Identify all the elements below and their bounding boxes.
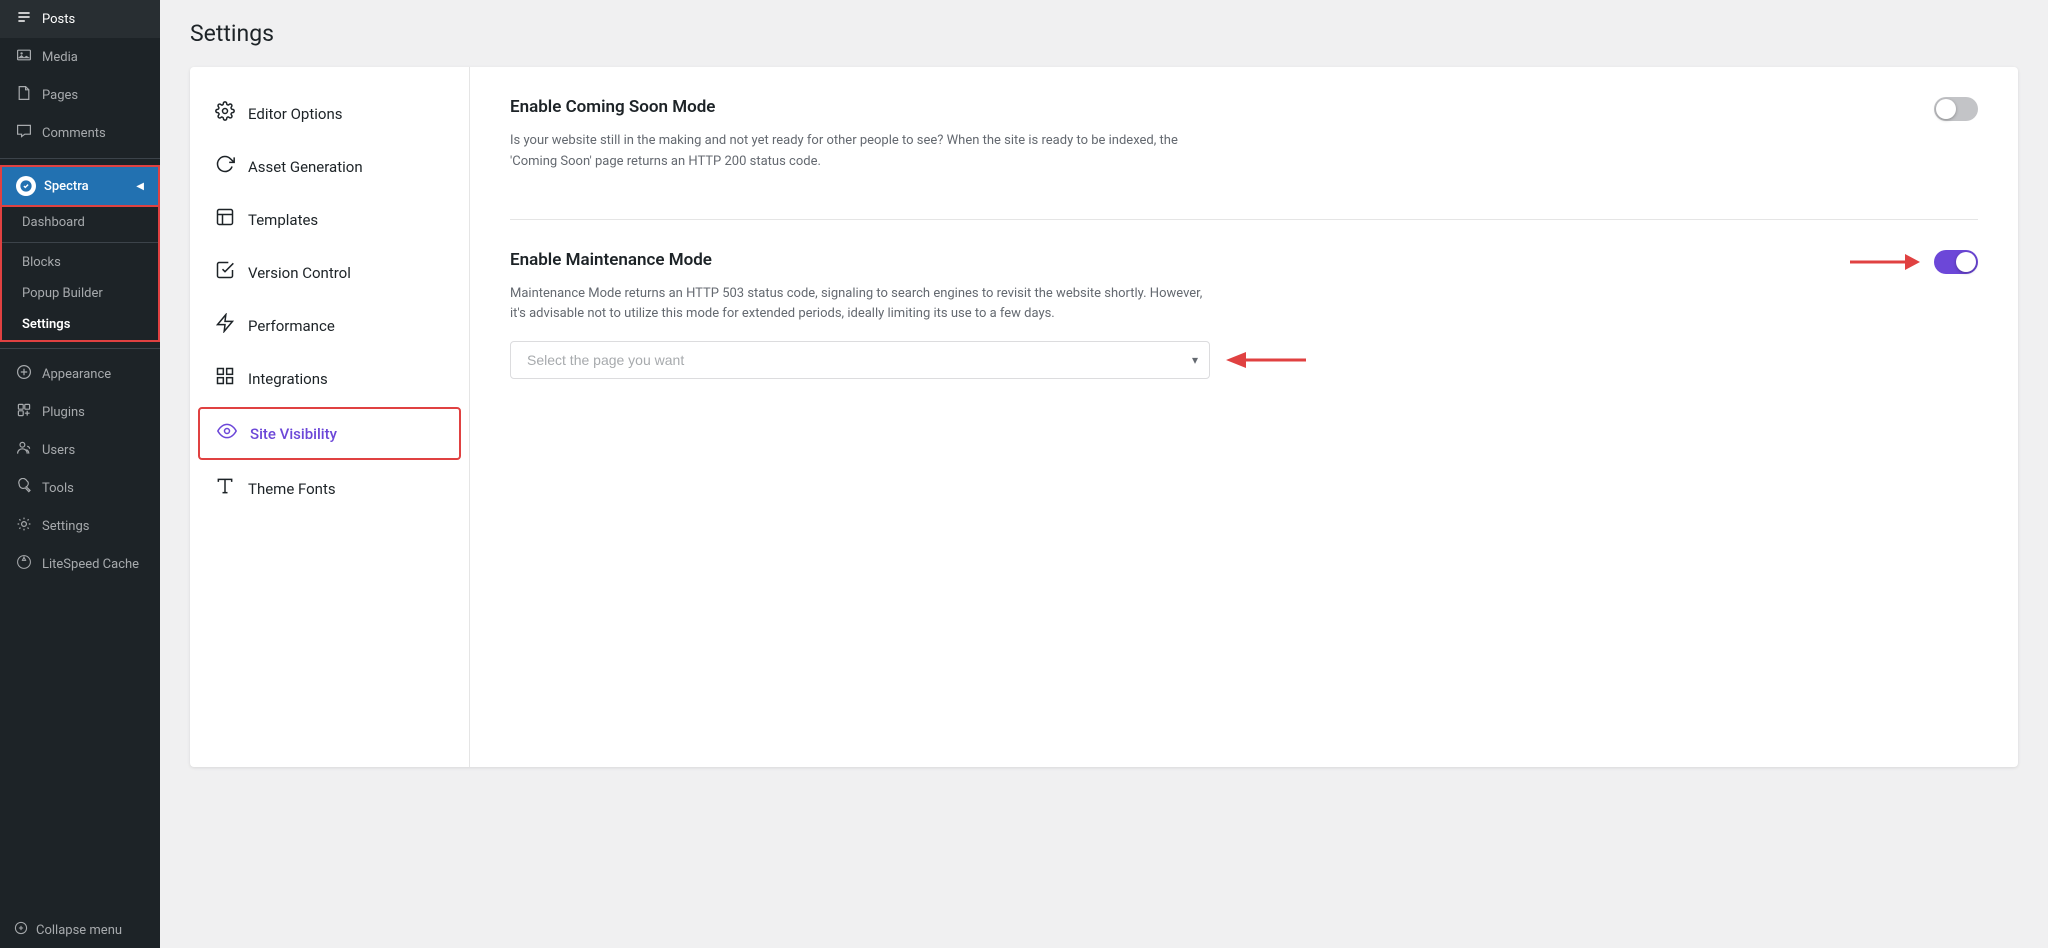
media-icon	[14, 47, 34, 67]
coming-soon-title-area: Enable Coming Soon Mode	[510, 97, 715, 117]
sidebar-item-settings[interactable]: Settings	[2, 309, 158, 340]
posts-icon	[14, 9, 34, 29]
page-select[interactable]: Select the page you want	[510, 341, 1210, 379]
pages-icon	[14, 85, 34, 105]
sidebar-item-spectra[interactable]: Spectra ◀	[0, 165, 160, 207]
sidebar-item-comments[interactable]: Comments	[0, 114, 160, 152]
maintenance-section: Enable Maintenance Mode	[510, 250, 1978, 410]
version-control-icon	[214, 260, 236, 285]
divider-2	[0, 348, 160, 349]
maintenance-toggle[interactable]	[1934, 250, 1978, 274]
coming-soon-title: Enable Coming Soon Mode	[510, 97, 715, 117]
arrow-right-indicator	[1850, 250, 1920, 274]
main-content: Settings Editor Options Asset Generation	[160, 0, 2048, 948]
maintenance-select-row: Select the page you want ▾	[510, 341, 1978, 379]
plugins-icon	[14, 402, 34, 422]
maintenance-description: Maintenance Mode returns an HTTP 503 sta…	[510, 284, 1210, 326]
sidebar-item-pages[interactable]: Pages	[0, 76, 160, 114]
nav-item-asset-generation[interactable]: Asset Generation	[190, 140, 469, 193]
appearance-icon	[14, 364, 34, 384]
integrations-icon	[214, 366, 236, 391]
sidebar-item-users[interactable]: Users	[0, 431, 160, 469]
spectra-label: Spectra	[44, 179, 89, 194]
performance-icon	[214, 313, 236, 338]
sidebar-item-settings-main[interactable]: Settings	[0, 507, 160, 545]
sidebar-item-appearance[interactable]: Appearance	[0, 355, 160, 393]
spectra-submenu: Dashboard Blocks Popup Builder Settings	[0, 207, 160, 342]
nav-item-templates[interactable]: Templates	[190, 193, 469, 246]
maintenance-toggle-area	[1850, 250, 1978, 274]
coming-soon-toggle[interactable]	[1934, 97, 1978, 121]
users-icon	[14, 440, 34, 460]
coming-soon-thumb	[1936, 99, 1956, 119]
asset-generation-icon	[214, 154, 236, 179]
settings-content: Enable Coming Soon Mode Is your website …	[470, 67, 2018, 767]
coming-soon-description: Is your website still in the making and …	[510, 131, 1210, 173]
templates-icon	[214, 207, 236, 232]
maintenance-header: Enable Maintenance Mode	[510, 250, 1978, 274]
settings-nav: Editor Options Asset Generation Template…	[190, 67, 470, 767]
coming-soon-toggle-area	[1934, 97, 1978, 121]
sidebar-item-blocks[interactable]: Blocks	[2, 247, 158, 278]
collapse-icon	[14, 921, 28, 939]
nav-item-site-visibility[interactable]: Site Visibility	[198, 407, 461, 460]
nav-item-version-control[interactable]: Version Control	[190, 246, 469, 299]
sidebar: Posts Media Pages Comments Spectra ◀ Das…	[0, 0, 160, 948]
nav-item-performance[interactable]: Performance	[190, 299, 469, 352]
submenu-divider	[2, 242, 158, 243]
litespeed-icon	[14, 554, 34, 574]
sidebar-item-posts[interactable]: Posts	[0, 0, 160, 38]
editor-options-icon	[214, 101, 236, 126]
page-title: Settings	[190, 20, 2018, 47]
coming-soon-track[interactable]	[1934, 97, 1978, 121]
settings-main-icon	[14, 516, 34, 536]
sidebar-item-media[interactable]: Media	[0, 38, 160, 76]
maintenance-track[interactable]	[1934, 250, 1978, 274]
theme-fonts-icon	[214, 476, 236, 501]
spectra-chevron-icon: ◀	[136, 181, 144, 192]
sidebar-item-popup-builder[interactable]: Popup Builder	[2, 278, 158, 309]
page-select-wrapper: Select the page you want ▾	[510, 341, 1210, 379]
tools-icon	[14, 478, 34, 498]
collapse-menu-button[interactable]: Collapse menu	[0, 912, 160, 948]
nav-item-editor-options[interactable]: Editor Options	[190, 87, 469, 140]
sidebar-item-litespeed[interactable]: LiteSpeed Cache	[0, 545, 160, 583]
coming-soon-header: Enable Coming Soon Mode	[510, 97, 1978, 121]
sidebar-item-tools[interactable]: Tools	[0, 469, 160, 507]
nav-item-integrations[interactable]: Integrations	[190, 352, 469, 405]
divider-1	[0, 158, 160, 159]
comments-icon	[14, 123, 34, 143]
sidebar-item-dashboard[interactable]: Dashboard	[2, 207, 158, 238]
coming-soon-section: Enable Coming Soon Mode Is your website …	[510, 97, 1978, 220]
site-visibility-icon	[216, 421, 238, 446]
maintenance-title-area: Enable Maintenance Mode	[510, 250, 712, 270]
maintenance-thumb	[1956, 252, 1976, 272]
settings-panel: Editor Options Asset Generation Template…	[190, 67, 2018, 767]
nav-item-theme-fonts[interactable]: Theme Fonts	[190, 462, 469, 515]
arrow-left-indicator	[1226, 348, 1306, 372]
maintenance-title: Enable Maintenance Mode	[510, 250, 712, 270]
spectra-logo	[16, 176, 36, 196]
sidebar-item-plugins[interactable]: Plugins	[0, 393, 160, 431]
